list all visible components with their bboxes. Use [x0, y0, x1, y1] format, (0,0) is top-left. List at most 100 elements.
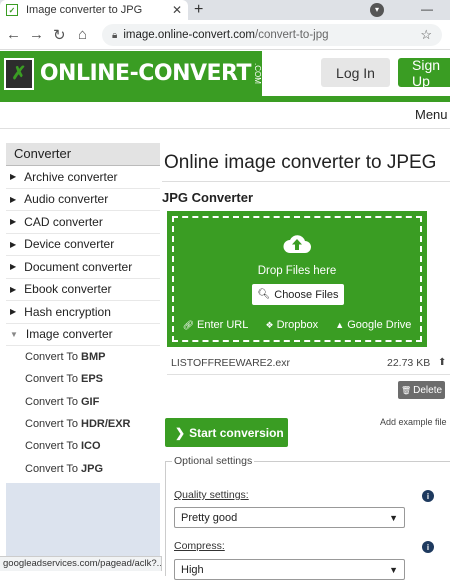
minimize-icon[interactable]: —	[421, 2, 433, 16]
sidebar-item-device[interactable]: ▶ Device converter	[6, 234, 160, 256]
sidebar-item-label: Document converter	[24, 259, 133, 274]
quality-value: Pretty good	[181, 511, 238, 524]
sidebar-subitem-ico[interactable]: Convert To ICO	[6, 435, 160, 457]
delete-label: Delete	[413, 384, 443, 396]
compress-info-icon[interactable]: i	[422, 541, 434, 553]
upload-complete-icon: ⬆	[438, 357, 447, 368]
subitem-prefix: Convert To	[25, 373, 78, 386]
url-path: /convert-to-jpg	[255, 29, 329, 41]
logo-text: ONLINE-CONVERT	[39, 61, 252, 86]
tab-close-icon[interactable]: ✕	[172, 3, 182, 17]
choose-files-label: Choose Files	[274, 288, 339, 301]
browser-tabstrip: ✓ Image converter to JPG ✕ + ▾ —	[0, 0, 450, 20]
sidebar-item-archive[interactable]: ▶ Archive converter	[6, 166, 160, 189]
url-host: image.online-convert.com	[123, 29, 255, 41]
logo-suffix: .COM	[253, 63, 262, 84]
compress-label: Compress:	[174, 540, 225, 552]
browser-toolbar: ← → ↻ ⌂ 🔒︎ image.online-convert.com/conv…	[0, 20, 450, 50]
search-icon: 🔍︎	[257, 289, 271, 300]
menu-row: Menu	[0, 102, 450, 129]
quality-settings-label: Quality settings:	[174, 489, 249, 501]
dropzone-border: Drop Files here 🔍︎ Choose Files 🔗︎ Enter …	[172, 216, 422, 342]
sidebar-ad-area	[6, 483, 160, 563]
chevron-down-icon: ▼	[389, 512, 398, 523]
sidebar-item-ebook[interactable]: ▶ Ebook converter	[6, 279, 160, 301]
subitem-prefix: Convert To	[25, 395, 78, 408]
new-tab-button[interactable]: +	[194, 1, 203, 19]
sidebar-subitem-hdr-exr[interactable]: Convert To HDR/EXR	[6, 413, 160, 435]
chevron-down-icon: ▼	[389, 564, 398, 575]
signup-button[interactable]: Sign Up	[398, 57, 450, 89]
caret-right-icon: ▶	[10, 172, 17, 182]
enter-url-link[interactable]: 🔗︎ Enter URL	[183, 319, 249, 331]
logo-mark-icon: ✗	[4, 57, 34, 90]
caret-right-icon: ▶	[10, 194, 17, 204]
sidebar-item-document[interactable]: ▶ Document converter	[6, 256, 160, 279]
sidebar-item-image[interactable]: ▼ Image converter	[6, 324, 160, 346]
add-example-file-link[interactable]: Add example file	[380, 417, 447, 427]
bookmark-star-icon[interactable]: ☆	[420, 27, 432, 43]
dropbox-link[interactable]: ❖ Dropbox	[266, 319, 319, 331]
optional-settings-legend: Optional settings	[172, 455, 255, 467]
caret-down-icon: ▼	[10, 329, 18, 339]
subitem-prefix: Convert To	[25, 351, 78, 364]
sidebar-item-hash[interactable]: ▶ Hash encryption	[6, 301, 160, 324]
forward-icon[interactable]: →	[29, 26, 44, 43]
tab-title: Image converter to JPG	[26, 4, 143, 16]
address-bar[interactable]: 🔒︎ image.online-convert.com/convert-to-j…	[102, 24, 442, 46]
trash-icon: 🗑︎	[400, 385, 412, 395]
browser-status-bar: googleadservices.com/pagead/aclk?...	[0, 556, 162, 571]
subitem-prefix: Convert To	[25, 462, 78, 475]
subitem-prefix: Convert To	[25, 440, 78, 453]
menu-button[interactable]: Menu	[415, 107, 448, 122]
sidebar-subitem-bmp[interactable]: Convert To BMP	[6, 346, 160, 368]
browser-tab[interactable]: ✓ Image converter to JPG ✕	[0, 0, 188, 20]
enter-url-label: Enter URL	[197, 319, 249, 331]
file-size: 22.73 KB	[387, 356, 431, 369]
reload-icon[interactable]: ↻	[53, 26, 66, 44]
tab-search-icon[interactable]: ▾	[370, 3, 384, 17]
back-icon[interactable]: ←	[6, 26, 21, 43]
subitem-format: BMP	[81, 351, 106, 364]
site-logo[interactable]: ✗ ONLINE-CONVERT .COM	[0, 51, 262, 96]
sidebar-item-audio[interactable]: ▶ Audio converter	[6, 189, 160, 211]
converter-title: JPG Converter	[162, 190, 254, 205]
upload-sources: 🔗︎ Enter URL ❖ Dropbox ▲ Google Drive	[174, 319, 420, 331]
subitem-format: HDR/EXR	[81, 418, 131, 431]
subitem-format: EPS	[81, 373, 104, 386]
google-drive-label: Google Drive	[347, 319, 412, 331]
choose-files-button[interactable]: 🔍︎ Choose Files	[252, 284, 344, 305]
address-url: image.online-convert.com/convert-to-jpg	[123, 29, 420, 41]
sidebar-subitem-eps[interactable]: Convert To EPS	[6, 368, 160, 390]
compress-select[interactable]: High ▼	[174, 559, 405, 580]
delete-file-button[interactable]: 🗑︎ Delete	[398, 381, 445, 399]
quality-info-icon[interactable]: i	[422, 490, 434, 502]
sidebar-subitem-jpg[interactable]: Convert To JPG	[6, 457, 160, 479]
site-favicon-icon: ✓	[6, 4, 18, 16]
dropbox-icon: ❖	[265, 320, 274, 330]
dropbox-label: Dropbox	[276, 319, 319, 331]
start-conversion-button[interactable]: ❯ Start conversion	[165, 418, 288, 447]
caret-right-icon: ▶	[10, 284, 17, 294]
caret-right-icon: ▶	[10, 307, 17, 317]
login-button[interactable]: Log In	[321, 58, 390, 87]
start-conversion-label: Start conversion	[189, 425, 284, 440]
google-drive-icon: ▲	[335, 320, 345, 330]
google-drive-link[interactable]: ▲ Google Drive	[335, 319, 411, 331]
subitem-format: ICO	[81, 440, 101, 453]
sidebar-subitem-gif[interactable]: Convert To GIF	[6, 391, 160, 413]
cloud-upload-icon	[283, 235, 311, 253]
uploaded-file-row: LISTOFFREEWARE2.exr 22.73 KB ⬆	[167, 351, 450, 375]
converter-sidebar: Converter ▶ Archive converter ▶ Audio conv…	[6, 143, 160, 480]
sidebar-item-cad[interactable]: ▶ CAD converter	[6, 211, 160, 234]
chevron-right-icon: ❯	[175, 425, 186, 440]
sidebar-item-label: Ebook converter	[24, 282, 112, 297]
file-dropzone[interactable]: Drop Files here 🔍︎ Choose Files 🔗︎ Enter …	[167, 211, 427, 347]
sidebar-item-label: Audio converter	[24, 192, 109, 207]
caret-right-icon: ▶	[10, 217, 17, 227]
home-icon[interactable]: ⌂	[78, 26, 87, 43]
subitem-format: GIF	[81, 395, 100, 408]
sidebar-heading: Converter	[6, 143, 160, 166]
link-icon: 🔗︎	[182, 320, 194, 330]
quality-select[interactable]: Pretty good ▼	[174, 507, 405, 528]
